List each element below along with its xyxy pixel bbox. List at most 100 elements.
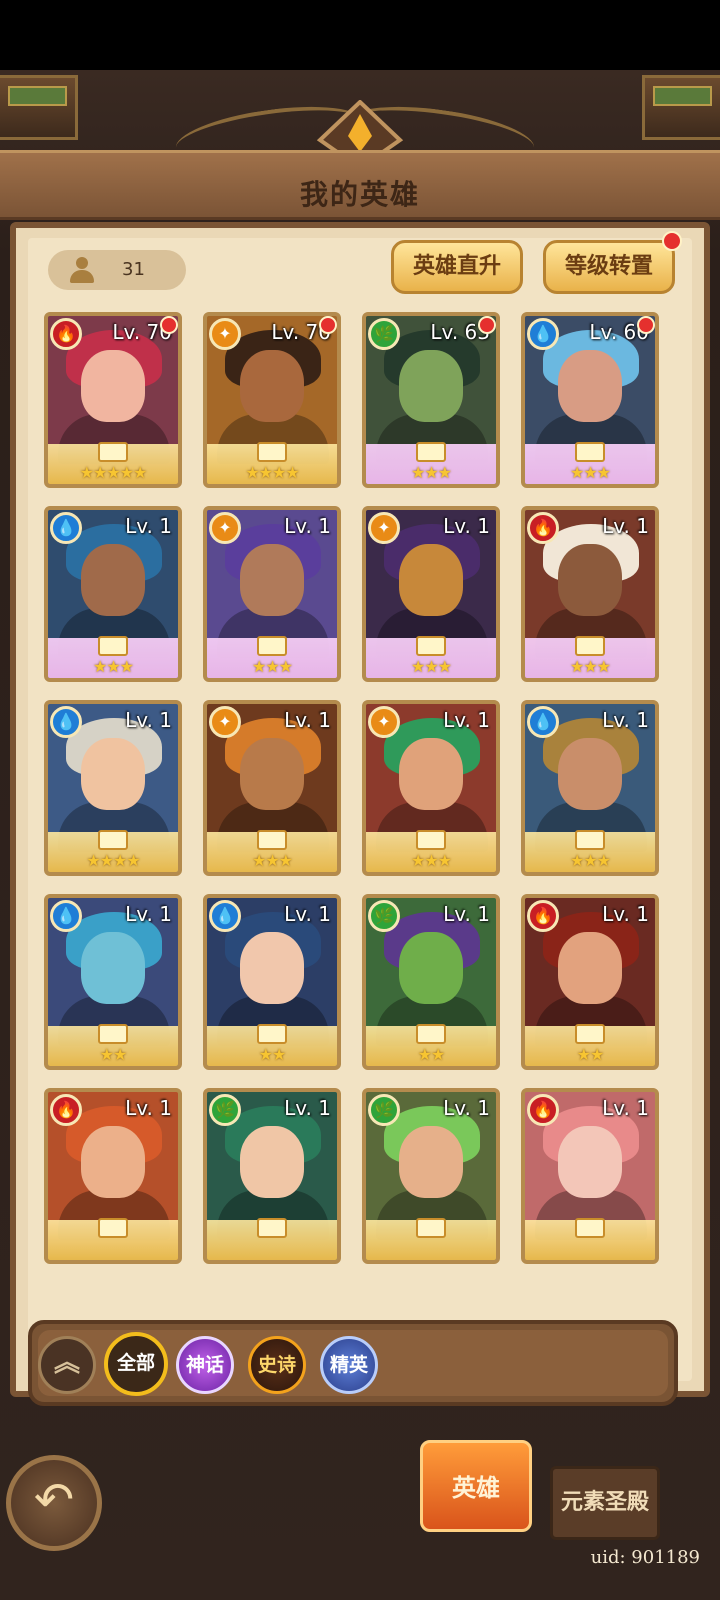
hero-level: Lv. 1	[125, 1096, 172, 1120]
page-title: 我的英雄	[299, 178, 420, 211]
level-transfer-label: 等级转置	[564, 254, 653, 279]
user-id: uid: 901189	[590, 1547, 700, 1568]
hero-card[interactable]: ★★★ Lv. 1 ✦	[362, 506, 500, 682]
notification-dot	[662, 231, 682, 251]
water-element-icon: 💧	[527, 706, 559, 738]
light-element-icon: ✦	[368, 706, 400, 738]
decor-pillar-left	[0, 75, 78, 140]
hero-card[interactable]: ★★ Lv. 1 🌿	[362, 894, 500, 1070]
back-arrow-icon: ↶	[33, 1472, 75, 1528]
filter-elite-button[interactable]: 精英	[320, 1336, 378, 1394]
rank-emblem-icon	[575, 442, 605, 462]
star-rating: ★★★	[410, 463, 452, 482]
light-element-icon: ✦	[209, 706, 241, 738]
hero-count: 31	[122, 259, 145, 280]
star-rating: ★★★	[92, 657, 134, 676]
rank-emblem-icon	[575, 1024, 605, 1044]
nature-element-icon: 🌿	[368, 1094, 400, 1126]
hero-card[interactable]: ★★★ Lv. 1 💧	[521, 700, 659, 876]
star-rating: ★★★★★	[79, 463, 148, 482]
fire-element-icon: 🔥	[50, 318, 82, 350]
hero-grid: ★★★★★ Lv. 70 🔥 ★★★★ Lv. 70 ✦ ★★★ Lv. 63 …	[44, 312, 674, 1312]
hero-card[interactable]: ★★★ Lv. 1 ✦	[203, 700, 341, 876]
rank-emblem-icon	[98, 1218, 128, 1238]
hero-level: Lv. 1	[284, 708, 331, 732]
status-bar	[0, 0, 720, 70]
hero-card[interactable]: ★★★ Lv. 1 💧	[44, 506, 182, 682]
level-transfer-button[interactable]: 等级转置	[543, 231, 682, 294]
filter-all-button[interactable]: 全部	[104, 1332, 168, 1396]
rank-emblem-icon	[575, 1218, 605, 1238]
tab-heroes[interactable]: 英雄	[420, 1440, 532, 1532]
hero-level: Lv. 1	[602, 514, 649, 538]
star-rating: ★★	[417, 1045, 446, 1064]
rank-emblem-icon	[416, 1024, 446, 1044]
hero-card[interactable]: Lv. 1 🌿	[203, 1088, 341, 1264]
hero-card[interactable]: ★★★★ Lv. 70 ✦	[203, 312, 341, 488]
hero-card[interactable]: ★★★ Lv. 60 💧	[521, 312, 659, 488]
star-rating: ★★★★	[86, 851, 140, 870]
decor-pillar-right	[642, 75, 720, 140]
hero-card[interactable]: ★★★ Lv. 1 ✦	[362, 700, 500, 876]
rank-emblem-icon	[257, 830, 287, 850]
rank-emblem-icon	[575, 830, 605, 850]
hero-level: Lv. 1	[602, 708, 649, 732]
water-element-icon: 💧	[50, 512, 82, 544]
rank-emblem-icon	[416, 830, 446, 850]
rank-emblem-icon	[575, 636, 605, 656]
notification-dot	[319, 316, 337, 334]
hero-card[interactable]: ★★★ Lv. 1 ✦	[203, 506, 341, 682]
title-bar: 我的英雄	[0, 150, 720, 220]
star-rating: ★★	[99, 1045, 128, 1064]
back-button[interactable]: ↶	[6, 1455, 102, 1551]
rank-emblem-icon	[98, 830, 128, 850]
fire-element-icon: 🔥	[527, 1094, 559, 1126]
nature-element-icon: 🌿	[209, 1094, 241, 1126]
hero-level: Lv. 1	[284, 1096, 331, 1120]
rank-emblem-icon	[98, 442, 128, 462]
hero-level: Lv. 1	[602, 1096, 649, 1120]
fire-element-icon: 🔥	[50, 1094, 82, 1126]
star-rating: ★★★	[251, 851, 293, 870]
hero-level: Lv. 1	[443, 1096, 490, 1120]
notification-dot	[160, 316, 178, 334]
hero-level: Lv. 1	[125, 902, 172, 926]
hero-level: Lv. 1	[284, 514, 331, 538]
hero-card[interactable]: ★★★★ Lv. 1 💧	[44, 700, 182, 876]
hero-card[interactable]: ★★ Lv. 1 💧	[44, 894, 182, 1070]
water-element-icon: 💧	[209, 900, 241, 932]
star-rating: ★★★	[569, 657, 611, 676]
hero-card[interactable]: Lv. 1 🌿	[362, 1088, 500, 1264]
rank-emblem-icon	[98, 1024, 128, 1044]
star-rating: ★★★	[410, 851, 452, 870]
rank-emblem-icon	[416, 1218, 446, 1238]
hero-card[interactable]: ★★★★★ Lv. 70 🔥	[44, 312, 182, 488]
tab-element-temple[interactable]: 元素圣殿	[550, 1466, 660, 1540]
fire-element-icon: 🔥	[527, 900, 559, 932]
fire-element-icon: 🔥	[527, 512, 559, 544]
rank-emblem-icon	[257, 636, 287, 656]
light-element-icon: ✦	[209, 318, 241, 350]
hero-level: Lv. 1	[602, 902, 649, 926]
hero-card[interactable]: ★★★ Lv. 1 🔥	[521, 506, 659, 682]
star-rating: ★★★	[251, 657, 293, 676]
rank-emblem-icon	[416, 442, 446, 462]
water-element-icon: 💧	[527, 318, 559, 350]
notification-dot	[478, 316, 496, 334]
hero-level: Lv. 1	[443, 708, 490, 732]
hero-level: Lv. 1	[125, 708, 172, 732]
person-icon	[68, 257, 96, 283]
hero-card[interactable]: Lv. 1 🔥	[521, 1088, 659, 1264]
hero-level: Lv. 1	[284, 902, 331, 926]
hero-card[interactable]: ★★★ Lv. 63 🌿	[362, 312, 500, 488]
hero-level: Lv. 1	[443, 514, 490, 538]
filter-epic-button[interactable]: 史诗	[248, 1336, 306, 1394]
rank-emblem-icon	[98, 636, 128, 656]
hero-card[interactable]: ★★ Lv. 1 🔥	[521, 894, 659, 1070]
hero-card[interactable]: ★★ Lv. 1 💧	[203, 894, 341, 1070]
filter-myth-button[interactable]: 神话	[176, 1336, 234, 1394]
hero-card[interactable]: Lv. 1 🔥	[44, 1088, 182, 1264]
collapse-icon[interactable]: ︽	[38, 1336, 96, 1394]
star-rating: ★★★	[569, 463, 611, 482]
hero-upgrade-button[interactable]: 英雄直升	[391, 240, 523, 294]
